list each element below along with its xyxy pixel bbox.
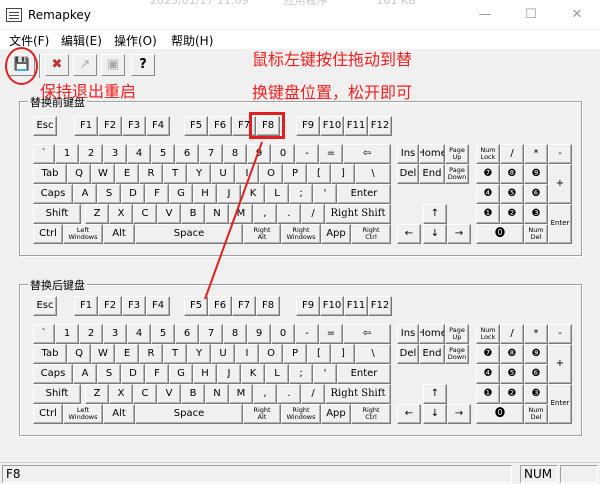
status-bar: F8 NUM — [0, 462, 600, 484]
annotation-arrow — [204, 141, 263, 300]
status-key: F8 — [2, 465, 512, 483]
status-extra — [560, 465, 598, 483]
remapkey-window: 2025/01/17 11:09 应用程序 161 KB Remapkey — … — [0, 0, 600, 484]
status-num: NUM — [520, 465, 558, 483]
